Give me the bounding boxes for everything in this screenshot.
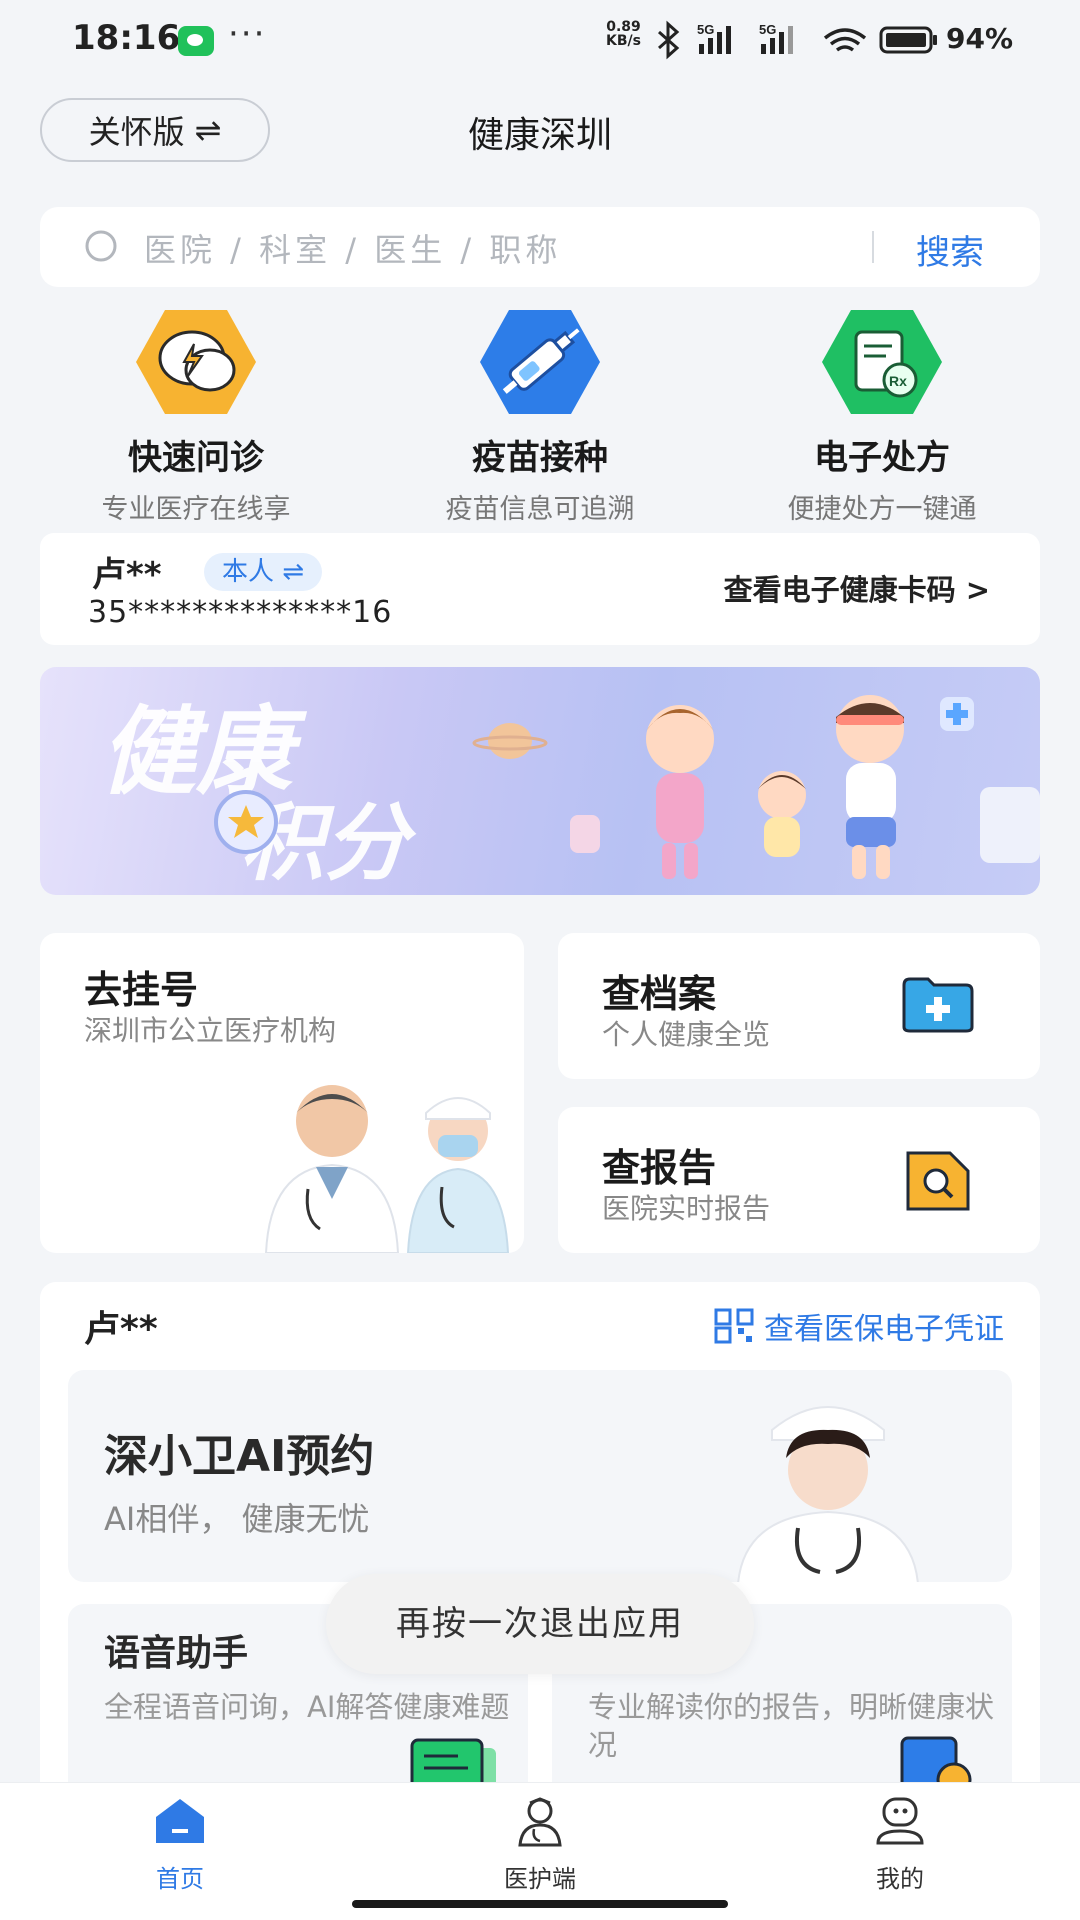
insurance-section: 卢** 查看医保电子凭证 深小卫AI预约 AI相伴， 健康无忧 语音助手 全程语… bbox=[40, 1282, 1040, 1824]
nurse-illustration bbox=[737, 1406, 919, 1582]
report-subtitle: 医院实时报告 bbox=[602, 1192, 771, 1225]
svg-text:Rx: Rx bbox=[889, 373, 907, 389]
register-subtitle: 深圳市公立医疗机构 bbox=[84, 1014, 337, 1047]
battery-icon bbox=[879, 26, 937, 54]
folder-plus-icon bbox=[902, 977, 974, 1033]
voice-title: 语音助手 bbox=[104, 1633, 249, 1674]
wechat-icon bbox=[178, 26, 214, 56]
prescription-icon: Rx bbox=[820, 308, 944, 416]
service-subtitle: 便捷处方一键通 bbox=[787, 494, 977, 525]
nurse-icon bbox=[518, 1797, 562, 1847]
health-points-banner[interactable]: 健康 积分 bbox=[40, 667, 1040, 895]
view-insurance-voucher-link[interactable]: 查看医保电子凭证 bbox=[714, 1304, 1004, 1348]
search-bar[interactable]: 医院 / 科室 / 医生 / 职称 搜索 bbox=[40, 207, 1040, 287]
health-card-row[interactable]: 卢** 本人 ⇌ 35**************16 查看电子健康卡码 > bbox=[40, 533, 1040, 645]
planet-icon bbox=[488, 723, 532, 759]
search-input[interactable]: 医院 / 科室 / 医生 / 职称 bbox=[144, 225, 561, 271]
exit-toast: 再按一次退出应用 bbox=[326, 1574, 754, 1674]
archive-subtitle: 个人健康全览 bbox=[602, 1018, 771, 1051]
register-card[interactable]: 去挂号 深圳市公立医疗机构 bbox=[40, 933, 524, 1253]
page-title: 健康深圳 bbox=[467, 115, 612, 156]
status-bar: 18:16 ··· 0.89 KB/s 5G 5G 94% bbox=[0, 0, 1080, 80]
insured-name: 卢** bbox=[84, 1309, 158, 1350]
report-title: 查报告 bbox=[602, 1146, 717, 1190]
status-time: 18:16 bbox=[72, 18, 181, 58]
network-speed: 0.89 KB/s bbox=[606, 20, 641, 48]
family-illustration bbox=[646, 695, 904, 879]
home-icon bbox=[156, 1799, 204, 1843]
nav-home[interactable]: 首页 bbox=[100, 1795, 260, 1894]
report-search-icon bbox=[906, 1151, 970, 1211]
more-notifications-icon: ··· bbox=[228, 14, 267, 54]
id-number: 35**************16 bbox=[88, 595, 393, 630]
insurance-link-label: 查看医保电子凭证 bbox=[764, 1312, 1004, 1347]
chat-bolt-icon bbox=[134, 308, 258, 416]
search-button[interactable]: 搜索 bbox=[916, 225, 984, 274]
nav-staff-label: 医护端 bbox=[504, 1865, 576, 1893]
voice-subtitle: 全程语音问询，AI解答健康难题 bbox=[104, 1690, 510, 1724]
service-title: 电子处方 bbox=[814, 438, 950, 478]
bluetooth-icon bbox=[658, 20, 680, 60]
search-divider bbox=[872, 231, 874, 263]
wifi-icon bbox=[823, 28, 867, 52]
home-indicator[interactable] bbox=[352, 1900, 728, 1908]
banner-text-1: 健康 bbox=[100, 695, 308, 808]
service-subtitle: 疫苗信息可追溯 bbox=[445, 494, 635, 525]
signal-1-label: 5G bbox=[697, 22, 714, 37]
signal-2-label: 5G bbox=[759, 22, 776, 37]
battery-percent: 94% bbox=[946, 22, 1014, 55]
search-icon bbox=[85, 230, 117, 262]
service-subtitle: 专业医疗在线享 bbox=[101, 494, 291, 525]
scale-icon bbox=[980, 787, 1040, 863]
service-vaccination[interactable]: 疫苗接种 疫苗信息可追溯 bbox=[390, 308, 690, 526]
nav-profile[interactable]: 我的 bbox=[820, 1795, 980, 1894]
syringe-icon bbox=[478, 308, 602, 416]
archive-card[interactable]: 查档案 个人健康全览 bbox=[558, 933, 1040, 1079]
service-quick-consult[interactable]: 快速问诊 专业医疗在线享 bbox=[46, 308, 346, 526]
nav-home-label: 首页 bbox=[156, 1865, 204, 1893]
service-title: 疫苗接种 bbox=[472, 438, 608, 478]
service-e-prescription[interactable]: Rx 电子处方 便捷处方一键通 bbox=[732, 308, 1032, 526]
qr-code-icon bbox=[714, 1308, 754, 1344]
profile-icon bbox=[876, 1797, 924, 1845]
nav-profile-label: 我的 bbox=[876, 1865, 924, 1893]
report-card[interactable]: 查报告 医院实时报告 bbox=[558, 1107, 1040, 1253]
card-holder-name: 卢** bbox=[92, 555, 162, 595]
register-title: 去挂号 bbox=[84, 968, 199, 1012]
relation-switch-button[interactable]: 本人 ⇌ bbox=[204, 553, 323, 591]
banner-illustration: 健康 积分 bbox=[100, 695, 1040, 892]
archive-title: 查档案 bbox=[602, 972, 717, 1016]
service-title: 快速问诊 bbox=[128, 438, 264, 478]
nav-medical-staff[interactable]: 医护端 bbox=[460, 1795, 620, 1894]
ai-subtitle: AI相伴， 健康无忧 bbox=[104, 1500, 370, 1538]
ai-title: 深小卫AI预约 bbox=[104, 1431, 375, 1482]
network-speed-unit: KB/s bbox=[606, 33, 641, 49]
view-health-card-link[interactable]: 查看电子健康卡码 > bbox=[724, 567, 990, 609]
ai-appointment-card[interactable]: 深小卫AI预约 AI相伴， 健康无忧 bbox=[68, 1370, 1012, 1582]
doctors-illustration bbox=[264, 1085, 510, 1253]
network-speed-value: 0.89 bbox=[606, 19, 641, 35]
watch-icon bbox=[570, 815, 600, 853]
